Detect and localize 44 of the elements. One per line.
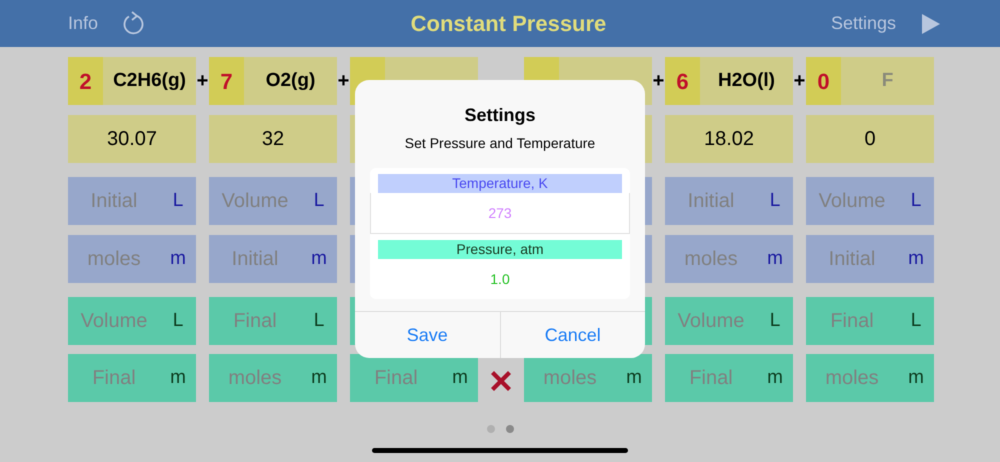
molar-mass-cell[interactable]: 0: [806, 115, 934, 163]
quantity-cell[interactable]: moles m: [524, 354, 652, 402]
quantity-cell[interactable]: moles m: [68, 235, 196, 283]
quantity-cell[interactable]: Final m: [68, 354, 196, 402]
molar-mass-cell[interactable]: 30.07: [68, 115, 196, 163]
formula-cell[interactable]: O2(g): [244, 57, 337, 105]
plus-sign: +: [196, 69, 208, 94]
quantity-cell[interactable]: Final m: [350, 354, 478, 402]
quantity-cell[interactable]: moles m: [806, 354, 934, 402]
coefficient-cell[interactable]: 0: [806, 57, 841, 105]
quantity-cell[interactable]: Final m: [665, 354, 793, 402]
quantity-cell[interactable]: moles m: [209, 354, 337, 402]
quantity-cell[interactable]: Volume L: [665, 297, 793, 345]
formula-cell[interactable]: H2O(l): [700, 57, 793, 105]
dialog-subtitle: Set Pressure and Temperature: [404, 134, 596, 153]
play-icon[interactable]: [922, 14, 940, 34]
molar-mass-cell[interactable]: 32: [209, 115, 337, 163]
quantity-cell[interactable]: Volume L: [68, 297, 196, 345]
quantity-cell[interactable]: Initial L: [665, 177, 793, 225]
refresh-icon[interactable]: [122, 10, 146, 36]
field-label: Pressure, atm: [378, 240, 622, 259]
quantity-cell[interactable]: moles m: [665, 235, 793, 283]
info-button[interactable]: Info: [68, 10, 98, 37]
coefficient-cell[interactable]: 7: [209, 57, 244, 105]
coefficient-cell[interactable]: 6: [665, 57, 700, 105]
molar-mass-cell[interactable]: 18.02: [665, 115, 793, 163]
cross-icon[interactable]: [490, 370, 512, 392]
dialog-title: Settings: [463, 104, 536, 127]
quantity-cell[interactable]: Initial m: [209, 235, 337, 283]
plus-sign: +: [338, 69, 350, 94]
quantity-cell[interactable]: Initial L: [68, 177, 196, 225]
quantity-cell[interactable]: Volume L: [806, 177, 934, 225]
plus-sign: +: [794, 69, 806, 94]
quantity-cell[interactable]: Final L: [806, 297, 934, 345]
screen-title: Constant Pressure: [410, 10, 606, 38]
dialog-button[interactable]: Cancel: [500, 312, 645, 358]
quantity-cell[interactable]: Initial m: [806, 235, 934, 283]
quantity-cell[interactable]: Volume L: [209, 177, 337, 225]
formula-cell[interactable]: C2H6(g): [103, 57, 196, 105]
coefficient-cell[interactable]: 2: [68, 57, 103, 105]
settings-button[interactable]: Settings: [830, 10, 896, 37]
quantity-cell[interactable]: Final L: [209, 297, 337, 345]
plus-sign: +: [652, 69, 664, 94]
field-label: Temperature, K: [378, 174, 622, 193]
